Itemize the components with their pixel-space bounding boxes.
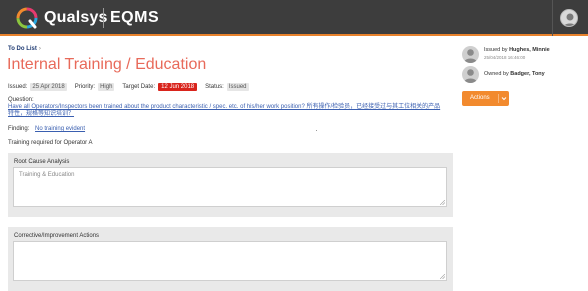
breadcrumb[interactable]: To Do List › <box>8 46 41 52</box>
issued-by-prefix: Issued by <box>484 47 508 53</box>
actions-separator <box>498 94 499 103</box>
breadcrumb-arrow-icon: › <box>38 46 41 52</box>
app-header: Qualsys EQMS <box>0 0 588 36</box>
chevron-down-icon[interactable] <box>500 94 508 103</box>
corrective-actions-panel: Corrective/Improvement Actions <box>8 227 453 291</box>
question-label: Question: <box>8 97 34 103</box>
owned-by-name: Badger, Tony <box>510 71 545 77</box>
product-name: EQMS <box>110 9 160 26</box>
resize-grip-icon[interactable] <box>440 274 445 279</box>
status-badge: Issued <box>226 83 249 91</box>
owned-by-prefix: Owned by <box>484 71 509 77</box>
qualsys-logo-icon[interactable] <box>16 7 38 29</box>
page-title: Internal Training / Education <box>7 56 207 73</box>
root-cause-label: Root Cause Analysis <box>14 159 70 165</box>
priority-value: High <box>98 83 115 91</box>
corrective-actions-textarea[interactable] <box>13 241 447 281</box>
corrective-actions-label: Corrective/Improvement Actions <box>14 233 100 239</box>
target-date-value: 12 Jun 2018 <box>158 83 198 91</box>
finding-row: Finding: No training evident <box>8 126 85 132</box>
issued-by-text: Issued by Hughes, Minnie <box>484 47 550 53</box>
owned-by-text: Owned by Badger, Tony <box>484 71 545 77</box>
issued-by-card: Issued by Hughes, Minnie 25/04/2018 16:4… <box>462 46 582 64</box>
question-link[interactable]: Have all Operators/Inspectors been train… <box>8 104 443 118</box>
issued-label: Issued: <box>8 84 28 90</box>
user-avatar-icon[interactable] <box>560 9 578 27</box>
meta-row: Issued: 25 Apr 2018 Priority: High Targe… <box>8 83 257 91</box>
resize-grip-icon[interactable] <box>440 200 445 205</box>
header-divider <box>552 0 553 36</box>
actions-label: Actions <box>470 95 490 101</box>
issued-by-name: Hughes, Minnie <box>509 47 550 53</box>
finding-link[interactable]: No training evident <box>35 126 85 132</box>
root-cause-text: Training & Education <box>19 172 75 178</box>
brand-name: Qualsys <box>44 9 108 26</box>
actions-button[interactable]: Actions <box>462 91 509 106</box>
stray-dot <box>316 130 317 131</box>
avatar-icon <box>462 66 479 83</box>
root-cause-textarea[interactable]: Training & Education <box>13 167 447 207</box>
root-cause-panel: Root Cause Analysis Training & Education <box>8 153 453 217</box>
target-date-label: Target Date: <box>122 84 156 90</box>
status-label: Status: <box>205 84 224 90</box>
breadcrumb-todo-link[interactable]: To Do List <box>8 46 37 52</box>
priority-label: Priority: <box>74 84 96 90</box>
issued-by-date: 25/04/2018 16:46:00 <box>484 55 526 60</box>
avatar-icon <box>462 46 479 63</box>
training-note: Training required for Operator A <box>8 140 93 146</box>
finding-label: Finding: <box>8 126 30 132</box>
owned-by-card: Owned by Badger, Tony <box>462 66 582 84</box>
brand-divider <box>103 8 104 28</box>
issued-value: 25 Apr 2018 <box>30 83 67 91</box>
